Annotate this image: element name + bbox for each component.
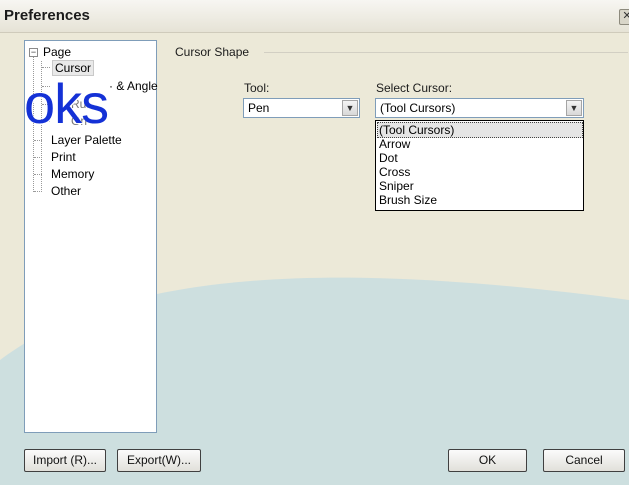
window-title: Preferences — [4, 7, 90, 24]
select-cursor-value: (Tool Cursors) — [380, 101, 456, 115]
dropdown-option[interactable]: Cross — [379, 165, 410, 179]
import-button[interactable]: Import (R)... — [24, 449, 106, 472]
tree-branch — [34, 140, 42, 141]
watermark-text: oks — [24, 72, 109, 135]
chevron-down-icon[interactable]: ▼ — [342, 100, 358, 116]
group-label-cursor-shape: Cursor Shape — [175, 45, 250, 59]
tree-item-label: Layer Palette — [51, 133, 122, 147]
dropdown-option[interactable]: Brush Size — [379, 193, 437, 207]
tree-branch — [34, 191, 42, 192]
dropdown-option[interactable]: (Tool Cursors) — [377, 122, 583, 138]
tree-item-label: Page — [43, 45, 72, 59]
chevron-down-icon[interactable]: ▼ — [566, 100, 582, 116]
collapse-icon[interactable]: − — [29, 48, 38, 57]
ok-button[interactable]: OK — [448, 449, 527, 472]
tree-branch — [34, 157, 42, 158]
tree-item-label: Print — [51, 150, 76, 164]
dropdown-option[interactable]: Arrow — [379, 137, 410, 151]
tree-branch — [42, 67, 50, 68]
select-cursor-combobox[interactable]: (Tool Cursors) ▼ — [375, 98, 584, 118]
tree-item-label: · & Angle — [109, 79, 158, 93]
tree-item-label: Memory — [51, 167, 95, 181]
group-divider — [264, 52, 628, 53]
tool-value: Pen — [248, 101, 270, 115]
select-cursor-label: Select Cursor: — [376, 81, 453, 95]
tool-combobox[interactable]: Pen ▼ — [243, 98, 360, 118]
tool-label: Tool: — [244, 81, 270, 95]
export-button[interactable]: Export(W)... — [117, 449, 201, 472]
cursor-dropdown-list: (Tool Cursors) Arrow Dot Cross Sniper Br… — [375, 120, 584, 211]
dropdown-option[interactable]: Sniper — [379, 179, 414, 193]
close-icon[interactable]: ✕ — [619, 9, 629, 25]
title-bar: Preferences ✕ — [0, 0, 629, 33]
tree-branch — [34, 174, 42, 175]
tree-item-label: Other — [51, 184, 82, 198]
preferences-dialog: Preferences ✕ − Page Cursor · & Angle Ru… — [0, 0, 629, 485]
dropdown-option[interactable]: Dot — [379, 151, 398, 165]
cancel-button[interactable]: Cancel — [543, 449, 625, 472]
